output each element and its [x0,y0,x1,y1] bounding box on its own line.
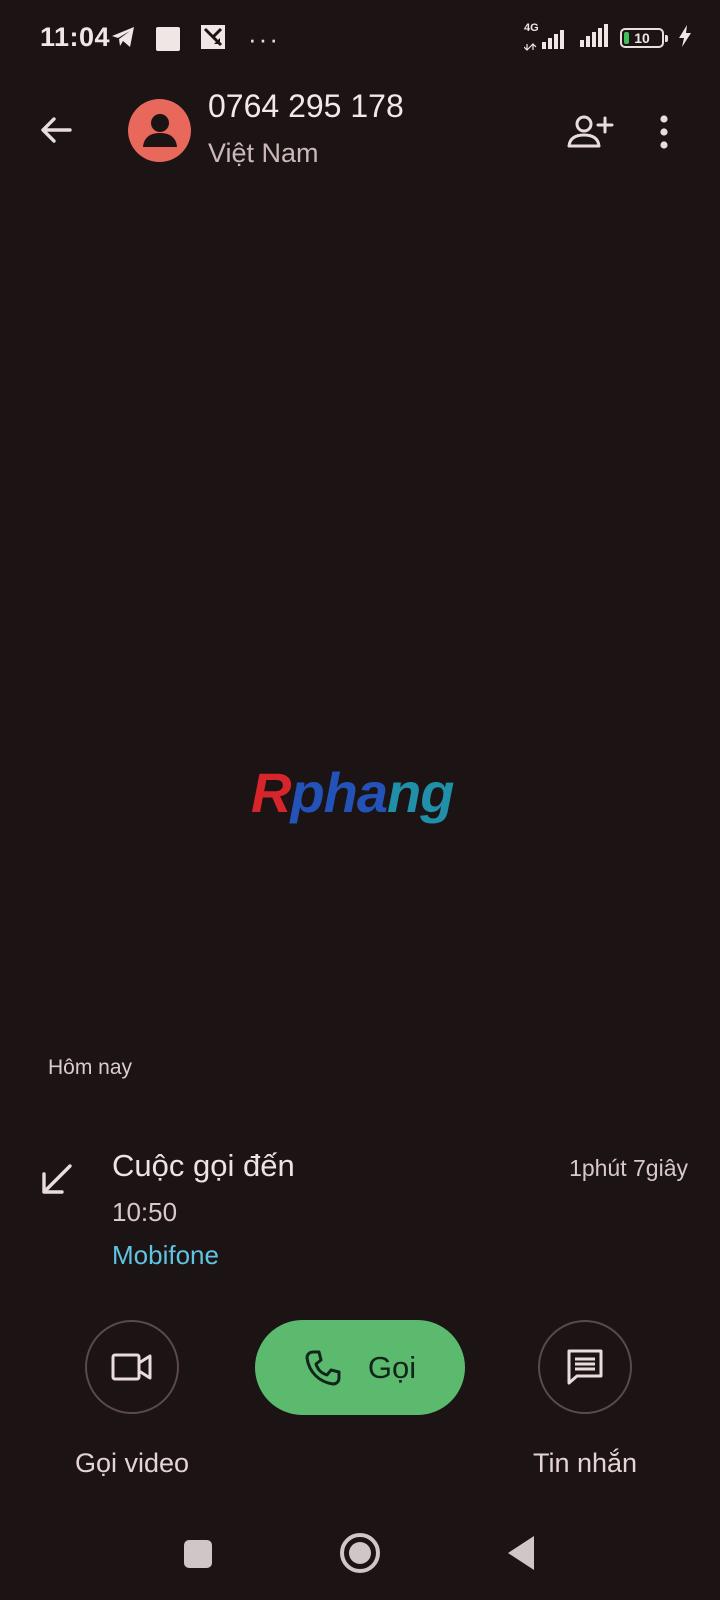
call-carrier: Mobifone [112,1240,219,1270]
signal-icon [578,23,612,54]
add-contact-button[interactable] [560,104,620,160]
battery-level: 10 [634,30,650,46]
app-notification-icon [200,24,226,55]
back-button[interactable] [28,102,84,158]
charging-icon [678,24,692,52]
telegram-icon [110,25,136,54]
status-time: 11:04 [40,22,111,52]
contact-country: Việt Nam [208,138,319,168]
add-contact-icon [567,115,614,148]
message-label: Tin nhắn [532,1448,638,1478]
more-options-button[interactable] [646,104,682,160]
videocam-icon [111,1353,152,1381]
message-button[interactable] [538,1320,632,1414]
watermark-logo: Rphang [251,761,454,824]
status-system-icons: 4G 10 [524,22,692,54]
call-time: 10:50 [112,1197,178,1227]
home-icon[interactable] [340,1533,380,1573]
avatar [128,99,191,162]
video-call-label: Gọi video [74,1448,190,1478]
square-notification-icon [156,27,180,51]
phone-icon [305,1350,341,1385]
person-icon [142,113,177,147]
call-type: Cuộc gọi đến [112,1148,295,1183]
signal-4g-icon: 4G [524,22,570,52]
recents-icon[interactable] [184,1540,212,1568]
more-notifications-indicator: ··· [248,23,280,54]
video-call-button[interactable] [85,1320,179,1414]
call-button[interactable]: Gọi [255,1320,465,1415]
more-vert-icon [660,115,668,149]
incoming-call-arrow-icon [36,1160,76,1200]
section-label-today: Hôm nay [48,1056,133,1079]
battery-icon: 10 [620,28,668,48]
contact-phone-number: 0764 295 178 [208,88,404,124]
call-duration: 1phút 7giây [569,1155,688,1181]
back-icon[interactable] [508,1536,534,1570]
status-notification-icons: ··· [110,24,280,54]
message-icon [567,1349,603,1385]
call-button-label: Gọi [367,1349,417,1385]
arrow-left-icon [41,117,72,143]
